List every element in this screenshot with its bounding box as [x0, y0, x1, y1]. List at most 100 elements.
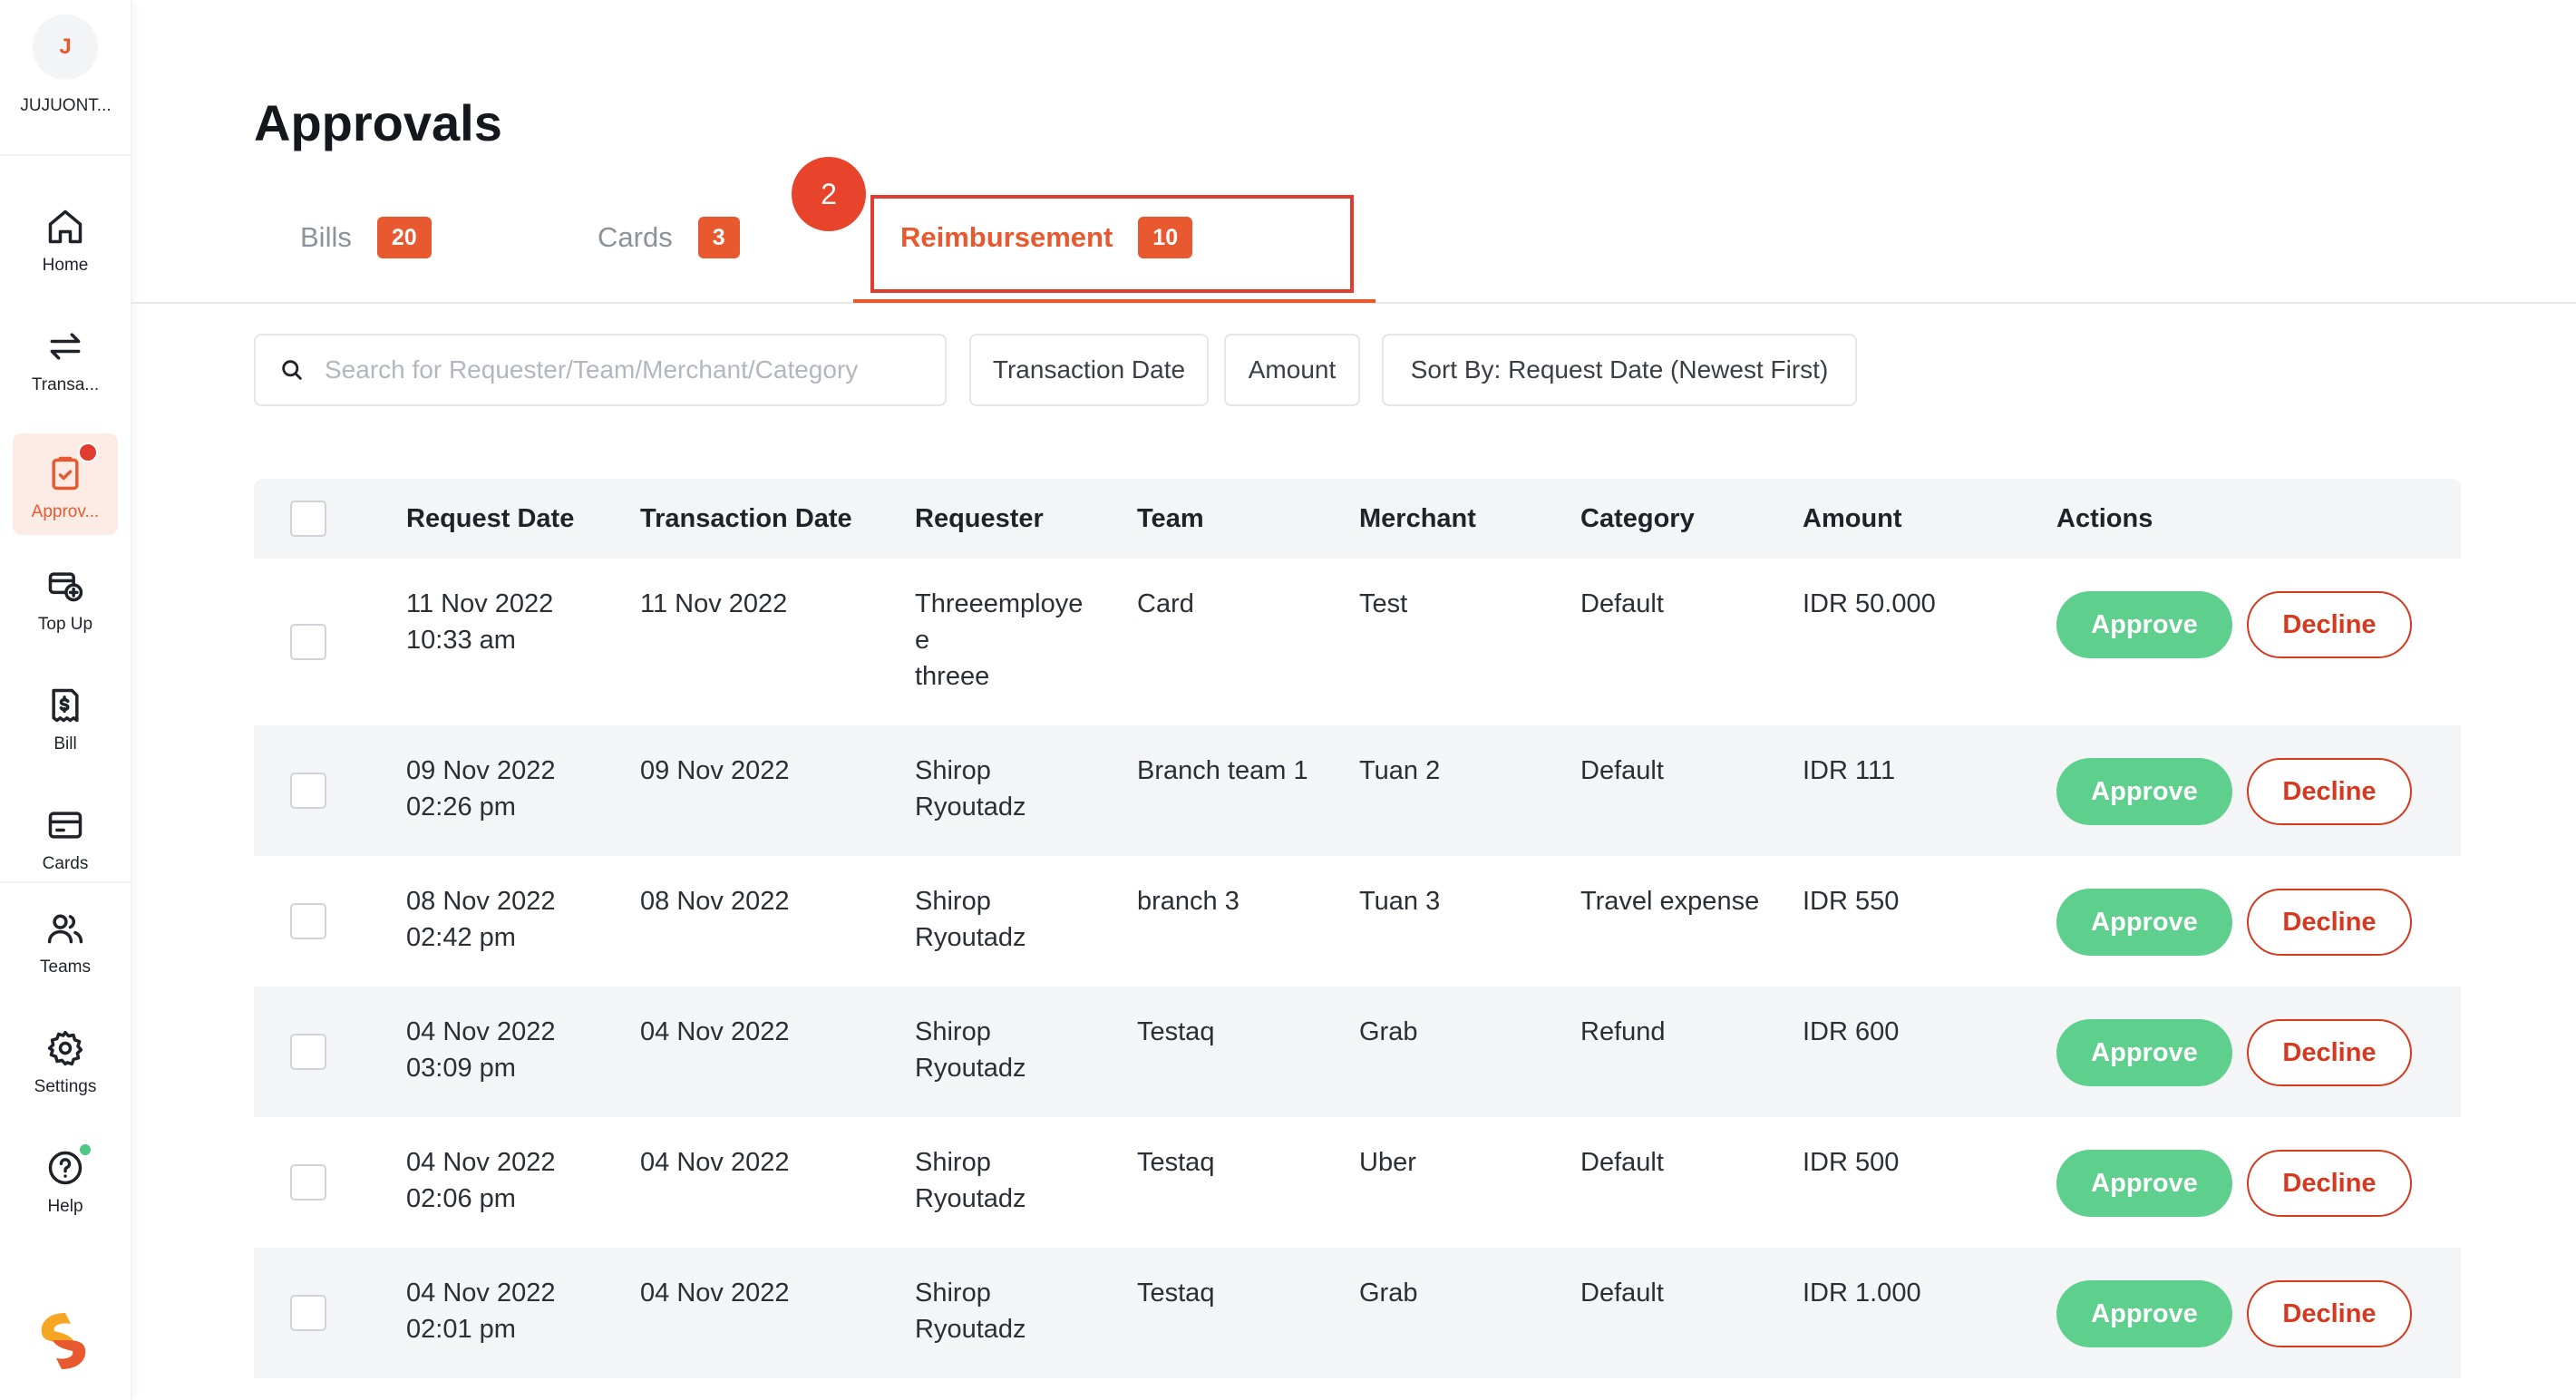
team: Testaq — [1137, 1148, 1215, 1177]
request-time: 02:42 pm — [406, 923, 516, 952]
sidebar-item-transactions[interactable]: Transa... — [13, 306, 118, 408]
page-title: Approvals — [254, 94, 502, 151]
approve-button[interactable]: Approve — [2056, 889, 2232, 956]
amount: IDR 50.000 — [1803, 589, 1936, 618]
tab-bills[interactable]: Bills 20 — [300, 210, 432, 265]
request-date: 11 Nov 2022 — [406, 589, 554, 618]
request-date: 08 Nov 2022 — [406, 887, 556, 916]
amount: IDR 600 — [1803, 1017, 1900, 1046]
team: Branch team 1 — [1137, 756, 1308, 785]
sidebar: J JUJUONT... Home Transa... Approv... To… — [0, 0, 131, 1400]
merchant: Grab — [1359, 1017, 1418, 1046]
row-checkbox[interactable] — [290, 773, 326, 809]
category: Default — [1580, 1148, 1664, 1177]
decline-button[interactable]: Decline — [2247, 1150, 2412, 1217]
tab-cards[interactable]: Cards 3 — [598, 210, 740, 265]
amount: IDR 550 — [1803, 887, 1900, 916]
sidebar-item-settings[interactable]: Settings — [13, 1008, 118, 1110]
transaction-date-filter[interactable]: Transaction Date — [969, 334, 1209, 406]
sidebar-item-approvals[interactable]: Approv... — [13, 433, 118, 535]
count-badge: 3 — [697, 217, 740, 258]
sidebar-item-top-up[interactable]: Top Up — [13, 546, 118, 647]
requester-name: Shirop — [915, 756, 991, 785]
category: Default — [1580, 589, 1664, 618]
category: Default — [1580, 1278, 1664, 1308]
select-all-checkbox[interactable] — [290, 501, 326, 537]
top-up-icon — [45, 566, 85, 606]
tab-reimbursement[interactable]: Reimbursement 10 — [900, 210, 1193, 265]
count-badge: 10 — [1138, 217, 1193, 258]
category: Travel expense — [1580, 887, 1760, 916]
request-date: 04 Nov 2022 — [406, 1017, 556, 1046]
sidebar-item-label: Transa... — [31, 375, 100, 394]
column-header[interactable]: Amount — [1803, 479, 1902, 559]
requester-name: Ryoutadz — [915, 792, 1026, 822]
sidebar-item-label: Settings — [34, 1077, 97, 1096]
request-date: 04 Nov 2022 — [406, 1278, 556, 1308]
sidebar-item-teams[interactable]: Teams — [13, 889, 118, 990]
category: Refund — [1580, 1017, 1666, 1046]
org-switcher[interactable]: J JUJUONT... — [0, 0, 131, 156]
transaction-date: 04 Nov 2022 — [640, 1278, 790, 1308]
status-dot — [78, 1142, 92, 1157]
team: Card — [1137, 589, 1194, 618]
request-time: 02:06 pm — [406, 1184, 516, 1213]
request-time: 02:01 pm — [406, 1315, 516, 1344]
approve-button[interactable]: Approve — [2056, 758, 2232, 825]
table-row[interactable]: 04 Nov 2022 02:01 pm 04 Nov 2022 Shirop … — [254, 1248, 2461, 1378]
sort-dropdown[interactable]: Sort By: Request Date (Newest First) — [1382, 334, 1857, 406]
merchant: Tuan 3 — [1359, 887, 1441, 916]
table-row[interactable]: 04 Nov 2022 03:09 pm 04 Nov 2022 Shirop … — [254, 987, 2461, 1117]
category: Default — [1580, 756, 1664, 785]
sidebar-item-help[interactable]: Help — [13, 1128, 118, 1230]
column-header[interactable]: Requester — [915, 479, 1044, 559]
table-row[interactable]: 04 Nov 2022 02:06 pm 04 Nov 2022 Shirop … — [254, 1117, 2461, 1248]
request-time: 10:33 am — [406, 626, 516, 655]
approve-button[interactable]: Approve — [2056, 1150, 2232, 1217]
approve-button[interactable]: Approve — [2056, 1280, 2232, 1347]
request-time: 03:09 pm — [406, 1054, 516, 1083]
tab-label: Cards — [598, 221, 673, 253]
team: Testaq — [1137, 1278, 1215, 1308]
row-checkbox[interactable] — [290, 1164, 326, 1201]
decline-button[interactable]: Decline — [2247, 889, 2412, 956]
requester-name: Ryoutadz — [915, 923, 1026, 952]
org-name: JUJUONT... — [20, 96, 112, 115]
sidebar-item-bill[interactable]: Bill — [13, 666, 118, 767]
requester-name: e — [915, 626, 930, 655]
decline-button[interactable]: Decline — [2247, 758, 2412, 825]
search-box[interactable] — [254, 334, 947, 406]
approve-button[interactable]: Approve — [2056, 591, 2232, 658]
table-row[interactable]: 09 Nov 2022 02:26 pm 09 Nov 2022 Shirop … — [254, 725, 2461, 856]
column-header[interactable]: Category — [1580, 479, 1695, 559]
row-checkbox[interactable] — [290, 903, 326, 939]
teams-icon — [45, 909, 85, 948]
decline-button[interactable]: Decline — [2247, 1019, 2412, 1086]
tab-label: Reimbursement — [900, 221, 1113, 253]
org-avatar[interactable]: J — [33, 15, 98, 80]
table-row[interactable]: 08 Nov 2022 02:42 pm 08 Nov 2022 Shirop … — [254, 856, 2461, 987]
search-input[interactable] — [325, 355, 905, 384]
row-checkbox[interactable] — [290, 1295, 326, 1331]
column-header[interactable]: Transaction Date — [640, 479, 852, 559]
row-checkbox[interactable] — [290, 1034, 326, 1070]
approve-button[interactable]: Approve — [2056, 1019, 2232, 1086]
tab-label: Bills — [300, 221, 352, 253]
notification-dot — [78, 442, 98, 462]
amount-filter[interactable]: Amount — [1224, 334, 1360, 406]
sidebar-item-home[interactable]: Home — [13, 187, 118, 288]
column-header[interactable]: Merchant — [1359, 479, 1476, 559]
column-header[interactable]: Request Date — [406, 479, 574, 559]
approvals-icon — [45, 442, 98, 493]
decline-button[interactable]: Decline — [2247, 1280, 2412, 1347]
transaction-date: 04 Nov 2022 — [640, 1148, 790, 1177]
merchant: Tuan 2 — [1359, 756, 1441, 785]
column-header[interactable]: Team — [1137, 479, 1204, 559]
row-checkbox[interactable] — [290, 624, 326, 660]
decline-button[interactable]: Decline — [2247, 591, 2412, 658]
reimbursement-table: Request Date Transaction Date Requester … — [254, 479, 2461, 1378]
sidebar-item-cards[interactable]: Cards — [13, 785, 118, 887]
requester-name: Shirop — [915, 1278, 991, 1308]
merchant: Grab — [1359, 1278, 1418, 1308]
table-row[interactable]: 11 Nov 2022 10:33 am 11 Nov 2022 Threeem… — [254, 559, 2461, 725]
